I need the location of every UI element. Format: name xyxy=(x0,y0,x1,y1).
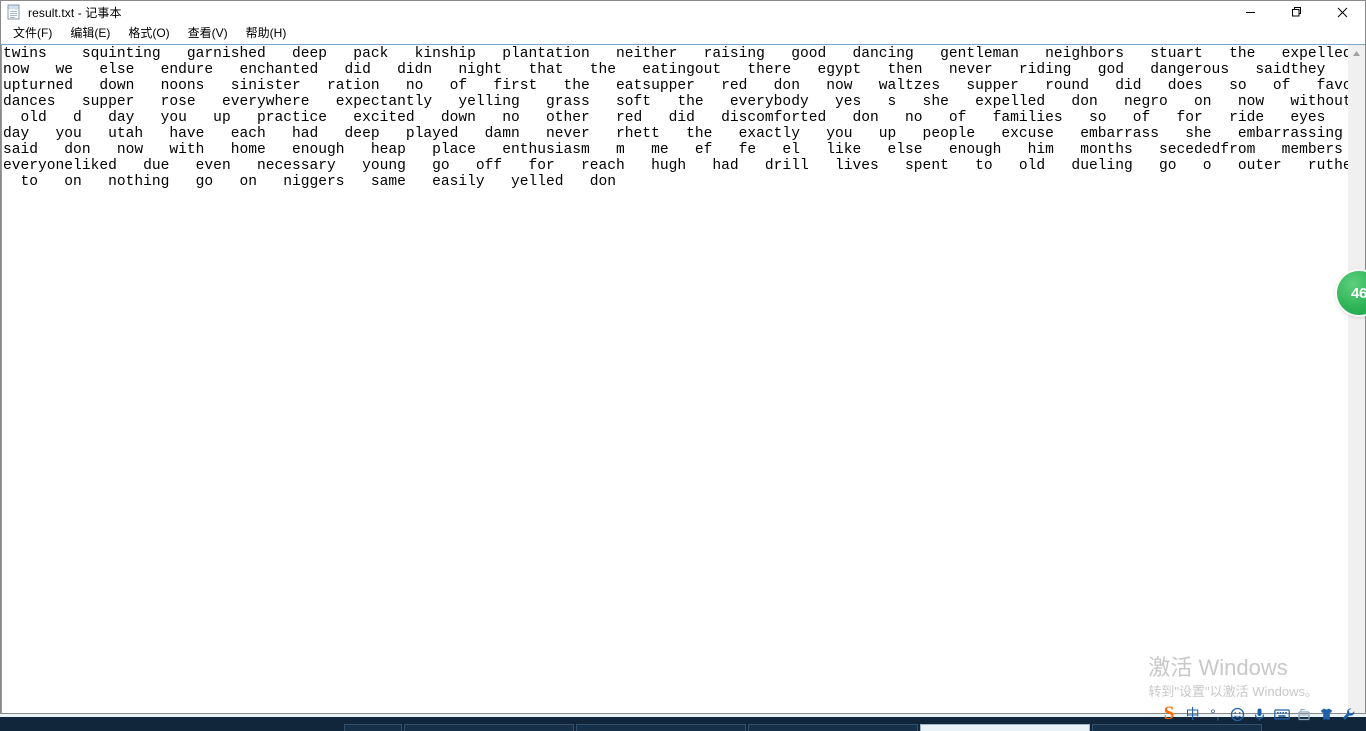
ime-toolbar: S 中 °, xyxy=(1158,701,1358,727)
screen-root: result.txt - 记事本 文件(F) 编辑(E) 格式(O) 查看(V)… xyxy=(0,0,1366,731)
watermark-title: 激活 Windows xyxy=(1148,655,1288,680)
document-line: everyoneliked due even necessary young g… xyxy=(3,158,1348,174)
green-counter-badge-value: 46 xyxy=(1350,284,1366,302)
taskbar-button[interactable] xyxy=(748,724,918,731)
document-line: upturned down noons sinister ration no o… xyxy=(3,78,1348,94)
title-bar[interactable]: result.txt - 记事本 xyxy=(1,1,1365,23)
minimize-button[interactable] xyxy=(1227,1,1273,23)
document-line: twins squinting garnished deep pack kins… xyxy=(3,46,1348,62)
windows-activation-watermark: 激活 Windows 转到"设置"以激活 Windows。 xyxy=(1148,655,1318,701)
scroll-up-arrow[interactable] xyxy=(1348,45,1365,62)
editor-area: twins squinting garnished deep pack kins… xyxy=(1,44,1365,713)
sogou-logo-icon[interactable]: S xyxy=(1158,702,1180,726)
vertical-scrollbar[interactable] xyxy=(1348,44,1365,713)
ime-emoji-icon[interactable] xyxy=(1228,704,1247,725)
document-line: dances supper rose everywhere expectantl… xyxy=(3,94,1348,110)
taskbar-button[interactable] xyxy=(344,724,402,731)
watermark-subtitle: 转到"设置"以激活 Windows。 xyxy=(1148,684,1318,699)
text-editor[interactable]: twins squinting garnished deep pack kins… xyxy=(1,44,1348,713)
document-line: said don now with home enough heap place… xyxy=(3,142,1348,158)
menu-format[interactable]: 格式(O) xyxy=(119,24,178,44)
menu-file[interactable]: 文件(F) xyxy=(4,24,61,44)
document-line: old d day you up practice excited down n… xyxy=(3,110,1348,126)
document-line: now we else endure enchanted did didn ni… xyxy=(3,62,1348,78)
maximize-restore-button[interactable] xyxy=(1273,1,1319,23)
ime-chinese-mode-icon[interactable]: 中 xyxy=(1183,704,1202,725)
ime-skin-icon[interactable] xyxy=(1317,704,1336,725)
notepad-window: result.txt - 记事本 文件(F) 编辑(E) 格式(O) 查看(V)… xyxy=(0,0,1366,714)
ime-punctuation-icon[interactable]: °, xyxy=(1205,704,1224,725)
taskbar-button[interactable] xyxy=(576,724,746,731)
document-line: to on nothing go on niggers same easily … xyxy=(3,174,617,190)
ime-toolbox-icon[interactable] xyxy=(1294,704,1313,725)
notepad-document-icon xyxy=(6,4,22,20)
window-title: result.txt - 记事本 xyxy=(28,5,122,20)
menu-edit[interactable]: 编辑(E) xyxy=(61,24,119,44)
scroll-track[interactable] xyxy=(1348,62,1365,713)
document-text: twins squinting garnished deep pack kins… xyxy=(3,46,1348,190)
taskbar-button[interactable] xyxy=(920,724,1090,731)
ime-soft-keyboard-icon[interactable] xyxy=(1272,704,1291,725)
document-line: day you utah have each had deep played d… xyxy=(3,126,1348,142)
close-button[interactable] xyxy=(1319,1,1365,23)
menu-help[interactable]: 帮助(H) xyxy=(237,24,296,44)
taskbar-button[interactable] xyxy=(404,724,574,731)
ime-settings-icon[interactable] xyxy=(1339,704,1358,725)
ime-voice-input-icon[interactable] xyxy=(1250,704,1269,725)
menu-bar: 文件(F) 编辑(E) 格式(O) 查看(V) 帮助(H) xyxy=(1,23,1365,44)
window-controls xyxy=(1227,1,1365,23)
menu-view[interactable]: 查看(V) xyxy=(179,24,237,44)
